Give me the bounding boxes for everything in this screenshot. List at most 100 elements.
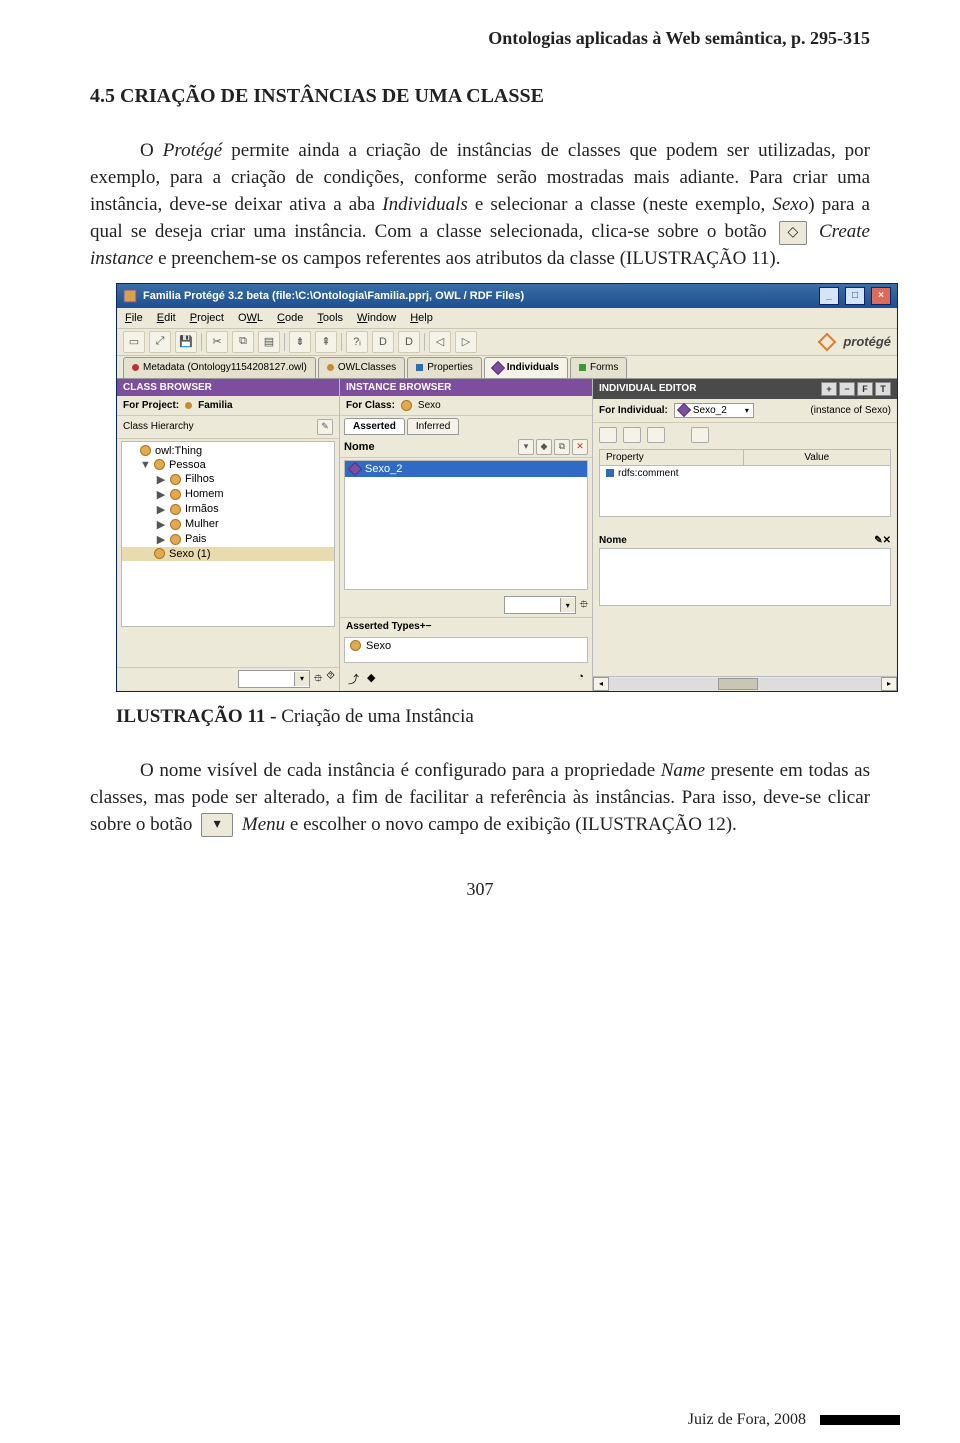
menubar[interactable]: File Edit Project OWL Code Tools Window …	[117, 308, 897, 329]
protege-window: Familia Protégé 3.2 beta (file:\C:\Ontol…	[116, 283, 898, 692]
editor-tool4-icon[interactable]	[691, 427, 709, 443]
tab-inferred[interactable]: Inferred	[407, 418, 459, 435]
toolbar-paste-icon[interactable]: ▤	[258, 331, 280, 353]
hierarchy-action-icon[interactable]: ✎	[317, 419, 333, 435]
instance-label: Sexo_2	[365, 463, 402, 475]
window-title: Familia Protégé 3.2 beta (file:\C:\Ontol…	[143, 290, 524, 302]
close-button[interactable]: ×	[871, 287, 891, 305]
toolbar-new-icon[interactable]: ▭	[123, 331, 145, 353]
editor-minus-button[interactable]: −	[839, 382, 855, 396]
editor-t-button[interactable]: T	[875, 382, 891, 396]
property-table[interactable]: Property Value rdfs:comment	[599, 449, 891, 517]
editor-tool2-icon[interactable]	[623, 427, 641, 443]
nome-menu-icon[interactable]: ▾	[518, 439, 534, 455]
individual-combo[interactable]: Sexo_2 ▾	[674, 403, 754, 418]
toolbar-save-icon[interactable]: 💾	[175, 331, 197, 353]
nome-textbox[interactable]	[599, 548, 891, 606]
tree-label: owl:Thing	[155, 445, 202, 457]
scroll-thumb[interactable]	[718, 678, 758, 690]
asserted-types-list[interactable]: Sexo	[344, 637, 588, 663]
menu-edit[interactable]: Edit	[157, 312, 176, 324]
toolbar-archive-icon[interactable]: ⇟	[289, 331, 311, 353]
bottom-icon1[interactable]: ⤴	[348, 671, 359, 687]
window-titlebar[interactable]: Familia Protégé 3.2 beta (file:\C:\Ontol…	[117, 284, 897, 308]
class-footer-icon2[interactable]: ⯑	[326, 670, 335, 689]
instance-bottom-icons: ⤴ ◆ ◔	[340, 667, 592, 691]
menu-code[interactable]: Code	[277, 312, 303, 324]
horizontal-scrollbar[interactable]: ◂ ▸	[593, 676, 897, 691]
tab-individuals[interactable]: Individuals	[484, 357, 568, 378]
editor-f-button[interactable]: F	[857, 382, 873, 396]
delete-instance-icon[interactable]: ✕	[572, 439, 588, 455]
editor-plus-button[interactable]: +	[821, 382, 837, 396]
app-icon	[123, 289, 137, 303]
scroll-left-button[interactable]: ◂	[593, 677, 609, 691]
tree-sexo[interactable]: Sexo (1)	[122, 547, 334, 561]
tab-asserted[interactable]: Asserted	[344, 418, 405, 435]
class-tree[interactable]: owl:Thing ▼Pessoa ▶Filhos ▶Homem ▶Irmãos…	[121, 441, 335, 627]
minimize-button[interactable]: _	[819, 287, 839, 305]
prop-row[interactable]: rdfs:comment	[600, 466, 743, 481]
scroll-right-button[interactable]: ▸	[881, 677, 897, 691]
type-row[interactable]: Sexo	[345, 638, 587, 654]
for-project-label: For Project:	[123, 400, 179, 411]
toolbar-extract-icon[interactable]: ⇞	[315, 331, 337, 353]
tab-properties[interactable]: Properties	[407, 357, 482, 378]
toolbar-copy-icon[interactable]: ⧉	[232, 331, 254, 353]
create-instance-icon[interactable]: ◆	[536, 439, 552, 455]
class-browser-header: CLASS BROWSER	[117, 379, 339, 396]
menu-file[interactable]: File	[125, 312, 143, 324]
tree-homem[interactable]: ▶Homem	[122, 487, 334, 502]
nome-delete-icon[interactable]: ✕	[883, 535, 891, 546]
class-browser-panel: CLASS BROWSER For Project: Familia Class…	[117, 379, 340, 691]
tree-filhos[interactable]: ▶Filhos	[122, 472, 334, 487]
toolbar-open-icon[interactable]: ⤢	[149, 331, 171, 353]
toolbar-doc2-icon[interactable]: D	[398, 331, 420, 353]
paragraph-1: O Protégé permite ainda a criação de ins…	[90, 138, 870, 273]
tree-pessoa[interactable]: ▼Pessoa	[122, 458, 334, 472]
menu-project[interactable]: Project	[190, 312, 224, 324]
maximize-button[interactable]: □	[845, 287, 865, 305]
bottom-icon3[interactable]: ◔	[577, 671, 584, 687]
menu-tools[interactable]: Tools	[317, 312, 343, 324]
toolbar-cut-icon[interactable]: ✂	[206, 331, 228, 353]
editor-tool3-icon[interactable]	[647, 427, 665, 443]
col-value: Value	[744, 450, 891, 465]
class-icon	[401, 400, 412, 411]
tab-forms[interactable]: Forms	[570, 357, 627, 378]
toolbar-forward-icon[interactable]: ▷	[455, 331, 477, 353]
ind-editor-title: INDIVIDUAL EDITOR	[599, 383, 696, 394]
scroll-track[interactable]	[609, 678, 881, 690]
instance-list[interactable]: Sexo_2	[344, 460, 588, 590]
p1-seg5: e selecionar a classe (neste exemplo,	[468, 194, 773, 215]
class-footer-icon1[interactable]: ⯐	[314, 670, 322, 689]
menu-dropdown-icon: ▾	[201, 813, 233, 837]
running-header: Ontologias aplicadas à Web semântica, p.…	[90, 28, 870, 49]
menu-help[interactable]: Help	[410, 312, 433, 324]
copy-instance-icon[interactable]: ⧉	[554, 439, 570, 455]
tab-metadata[interactable]: Metadata (Ontology1154208127.owl)	[123, 357, 316, 378]
nome-edit-icon[interactable]: ✎	[874, 535, 882, 546]
instance-combo[interactable]: ▾	[504, 596, 576, 614]
tree-irmaos[interactable]: ▶Irmãos	[122, 502, 334, 517]
tab-owlclasses[interactable]: OWLClasses	[318, 357, 405, 378]
toolbar-query-icon[interactable]: ?ᵢ	[346, 331, 368, 353]
toolbar-back-icon[interactable]: ◁	[429, 331, 451, 353]
toolbar-doc1-icon[interactable]: D	[372, 331, 394, 353]
footer-bar-icon	[820, 1415, 900, 1425]
diamond-icon	[491, 361, 505, 375]
instance-footer-icon[interactable]: ⯐	[580, 596, 588, 615]
tab-label: Individuals	[507, 362, 559, 373]
class-footer-combo[interactable]: ▾	[238, 670, 310, 688]
menu-owl[interactable]: OWL	[238, 312, 263, 324]
tree-mulher[interactable]: ▶Mulher	[122, 517, 334, 532]
tree-owl-thing[interactable]: owl:Thing	[122, 444, 334, 458]
tree-label: Homem	[185, 488, 224, 500]
editor-tool1-icon[interactable]	[599, 427, 617, 443]
bottom-icon2[interactable]: ◆	[367, 671, 375, 687]
tree-label: Pessoa	[169, 459, 206, 471]
tree-pais[interactable]: ▶Pais	[122, 532, 334, 547]
instance-sexo2[interactable]: Sexo_2	[345, 461, 587, 477]
types-remove-icon[interactable]: −	[426, 621, 432, 632]
menu-window[interactable]: Window	[357, 312, 396, 324]
